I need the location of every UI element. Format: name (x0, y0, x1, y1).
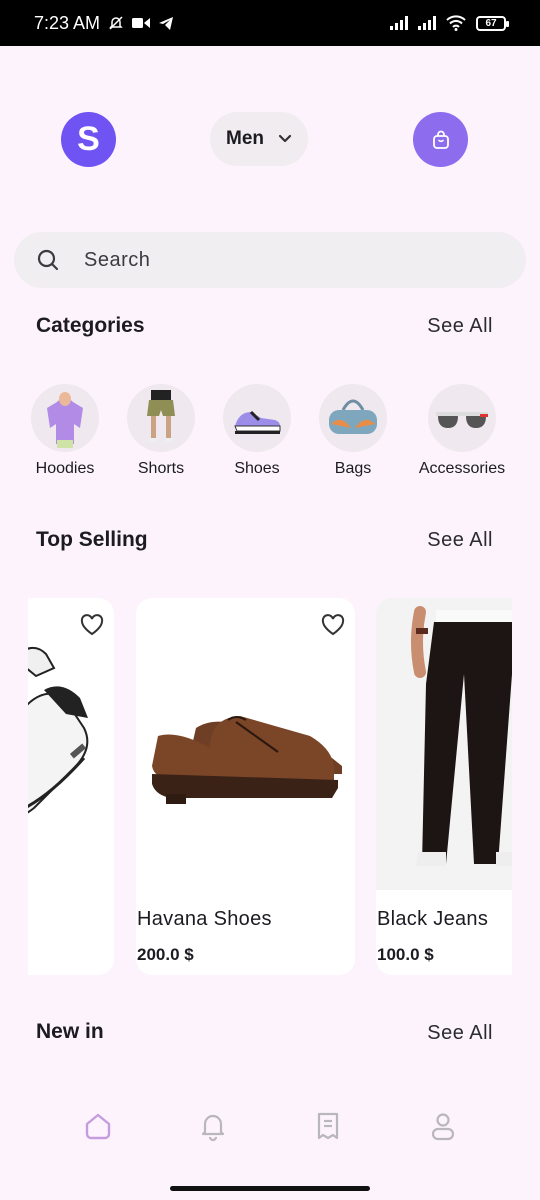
sneaker-image (223, 384, 291, 452)
home-icon (85, 1113, 110, 1140)
avatar[interactable]: S (61, 112, 116, 167)
favorite-heart-icon[interactable] (80, 614, 104, 636)
shorts-image (127, 384, 195, 452)
orders-icon (317, 1112, 338, 1140)
shopping-bag-icon (432, 130, 449, 149)
home-indicator (170, 1186, 370, 1191)
bottom-navigation (0, 1095, 540, 1157)
top-selling-carousel[interactable]: Havana Shoes 200.0 $ Black Jeans 100.0 $ (28, 598, 512, 976)
notification-icon (201, 1114, 224, 1142)
category-item-shoes[interactable]: Shoes (202, 384, 312, 478)
nav-home[interactable] (78, 1106, 118, 1146)
product-name: Havana Shoes (137, 908, 272, 930)
search-placeholder: Search (84, 248, 151, 271)
wifi-icon (446, 15, 466, 31)
category-label: Shorts (137, 460, 185, 477)
product-price: 100.0 $ (377, 945, 434, 964)
new-in-title: New in (36, 1020, 104, 1043)
status-bar: 7:23 AM 67 (0, 0, 540, 46)
category-label: Accessories (418, 460, 506, 477)
status-time: 7:23 AM (34, 12, 101, 33)
video-icon (132, 18, 151, 28)
search-icon (37, 249, 59, 271)
favorite-heart-icon[interactable] (321, 614, 345, 636)
category-item-bags[interactable]: Bags (298, 384, 408, 478)
new-in-see-all-link[interactable]: See All (427, 1022, 493, 1045)
top-selling-title: Top Selling (36, 528, 148, 551)
categories-see-all-link[interactable]: See All (427, 315, 493, 338)
top-selling-see-all-link[interactable]: See All (427, 529, 493, 552)
category-label: Hoodies (35, 460, 95, 477)
hoodie-image (31, 384, 99, 452)
chevron-down-icon (278, 134, 292, 143)
telegram-icon (159, 17, 174, 30)
profile-icon (431, 1113, 454, 1141)
categories-list: Hoodies Shorts Shoes Bags Accessories (0, 384, 540, 484)
gender-label: Men (226, 128, 264, 149)
product-name: Black Jeans (377, 908, 489, 930)
category-item-shorts[interactable]: Shorts (106, 384, 216, 478)
category-item-hoodies[interactable]: Hoodies (10, 384, 120, 478)
product-price: 200.0 $ (137, 945, 194, 964)
duffel-bag-image (319, 384, 387, 452)
mute-bell-icon (109, 16, 123, 30)
nav-notifications[interactable] (193, 1106, 233, 1146)
avatar-initial: S (77, 120, 100, 158)
categories-title: Categories (36, 314, 145, 337)
product-card[interactable] (28, 598, 114, 975)
product-card[interactable]: Havana Shoes 200.0 $ (136, 598, 355, 975)
product-card[interactable]: Black Jeans 100.0 $ (376, 598, 512, 975)
battery-level: 67 (485, 17, 497, 29)
nav-orders[interactable] (308, 1106, 348, 1146)
brown-shoes-image (136, 598, 355, 890)
nav-profile[interactable] (423, 1106, 463, 1146)
white-sneakers-image (28, 598, 114, 890)
sunglasses-image (428, 384, 496, 452)
category-label: Shoes (234, 460, 280, 477)
gender-dropdown[interactable]: Men (210, 112, 308, 166)
black-jeans-image (376, 598, 512, 890)
signal-icon (418, 16, 436, 30)
signal-icon (390, 16, 408, 30)
battery-icon: 67 (476, 15, 509, 31)
category-label: Bags (334, 460, 372, 477)
category-item-accessories[interactable]: Accessories (407, 384, 517, 478)
cart-button[interactable] (413, 112, 468, 167)
search-input[interactable]: Search (14, 232, 526, 288)
